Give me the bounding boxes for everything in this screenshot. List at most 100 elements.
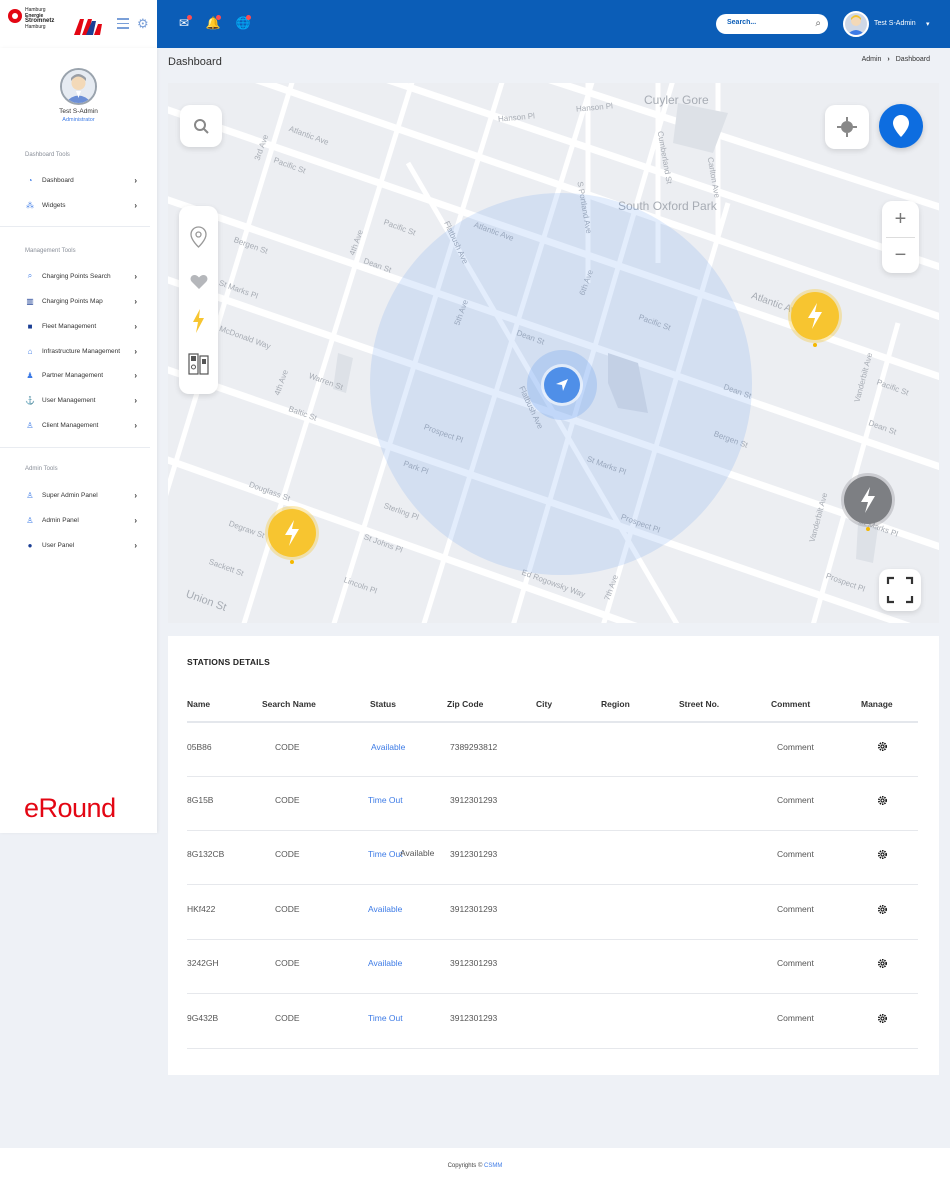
gear-icon[interactable]	[877, 1013, 888, 1024]
brand-text: Hamburg Energie Stromnetz Hamburg	[25, 7, 54, 30]
sidebar-item-super-admin-panel[interactable]: ♙ Super Admin Panel ›	[25, 488, 137, 502]
zoom-out-button[interactable]: −	[882, 245, 919, 265]
mail-icon[interactable]: ✉	[176, 15, 192, 31]
section-title-dashboard-tools: Dashboard Tools	[25, 152, 70, 158]
chevron-down-icon[interactable]: ▾	[926, 20, 930, 28]
chevron-right-icon: ›	[134, 321, 137, 331]
favorites-heart-icon[interactable]	[190, 274, 208, 290]
footer-text: Copyrights ©	[447, 1163, 483, 1169]
sidebar-item-partner-management[interactable]: ♟ Partner Management ›	[25, 368, 137, 382]
cell-status-overlap: Available	[400, 848, 435, 858]
page-footer: Copyrights © CSMM	[0, 1148, 950, 1188]
sidebar-item-label: User Management	[42, 396, 96, 404]
center-location-button[interactable]	[825, 105, 869, 149]
sidebar-item-charging-points-search[interactable]: ⌕ Charging Points Search ›	[25, 269, 137, 283]
gear-icon[interactable]	[877, 741, 888, 752]
cell-status[interactable]: Time Out	[368, 795, 403, 805]
column-header-name[interactable]: Name	[187, 699, 210, 709]
profile-avatar[interactable]	[60, 68, 97, 105]
cell-status[interactable]: Available	[368, 904, 402, 914]
column-header-status[interactable]: Status	[370, 699, 396, 709]
map-icon: ▥	[26, 296, 34, 306]
fleet-icon: ■	[27, 321, 33, 331]
chevron-right-icon: ›	[134, 370, 137, 380]
add-marker-button[interactable]	[879, 104, 923, 148]
map-filter-panel	[179, 206, 218, 394]
zoom-divider	[886, 237, 915, 238]
header-search-input[interactable]	[727, 19, 807, 26]
breadcrumb: Admin › Dashboard	[862, 56, 930, 63]
column-header-manage[interactable]: Manage	[861, 699, 893, 709]
cell-status[interactable]: Time Out	[368, 849, 403, 859]
cell-comment: Comment	[777, 795, 814, 805]
row-divider	[187, 830, 918, 831]
brand-line-4: Hamburg	[25, 23, 46, 30]
gear-icon[interactable]	[877, 958, 888, 969]
avatar[interactable]	[843, 11, 869, 37]
gear-icon[interactable]	[877, 904, 888, 915]
brand-area: Hamburg Energie Stromnetz Hamburg ⚙	[0, 0, 157, 48]
sidebar-item-label: User Panel	[42, 541, 75, 549]
infrastructure-icon: ⌂	[27, 346, 33, 356]
sidebar-item-charging-points-map[interactable]: ▥ Charging Points Map ›	[25, 294, 137, 308]
gear-icon[interactable]	[877, 849, 888, 860]
charging-station-marker-available[interactable]	[268, 509, 316, 564]
top-navbar: Hamburg Energie Stromnetz Hamburg ⚙ ✉ 🔔 …	[0, 0, 950, 48]
sidebar-item-infrastructure-management[interactable]: ⌂ Infrastructure Management ›	[25, 344, 137, 358]
sidebar-divider	[0, 447, 150, 448]
cell-status[interactable]: Available	[371, 742, 405, 752]
super-admin-icon: ♙	[26, 490, 34, 500]
column-header-city[interactable]: City	[536, 699, 552, 709]
sidebar-item-user-panel[interactable]: ● User Panel ›	[25, 538, 137, 552]
globe-icon[interactable]: 🌐	[235, 15, 251, 31]
row-divider	[187, 1048, 918, 1049]
row-divider	[187, 993, 918, 994]
footer-link[interactable]: CSMM	[484, 1163, 502, 1169]
fullscreen-button[interactable]	[879, 569, 921, 611]
gear-icon[interactable]	[877, 795, 888, 806]
menu-toggle-icon[interactable]	[117, 18, 129, 29]
cell-zip-code: 3912301293	[450, 849, 498, 859]
map-search-button[interactable]	[180, 105, 222, 147]
sidebar-item-user-management[interactable]: ⚓ User Management ›	[25, 393, 137, 407]
header-user-name[interactable]: Test S-Admin	[874, 20, 916, 27]
column-header-comment[interactable]: Comment	[771, 699, 810, 709]
header-search-box[interactable]: ⌕	[716, 14, 828, 34]
cell-status[interactable]: Available	[368, 958, 402, 968]
column-header-region[interactable]: Region	[601, 699, 630, 709]
location-pin-filter-icon[interactable]	[190, 226, 207, 248]
column-header-street-no[interactable]: Street No.	[679, 699, 719, 709]
current-location-icon[interactable]	[544, 367, 580, 403]
chevron-right-icon: ›	[134, 200, 137, 210]
charging-station-marker-available[interactable]	[791, 292, 839, 347]
sidebar-item-widgets[interactable]: ⁂ Widgets ›	[25, 198, 137, 212]
search-icon[interactable]: ⌕	[815, 18, 821, 29]
chevron-right-icon: ›	[134, 420, 137, 430]
cell-search-name: CODE	[275, 1013, 300, 1023]
column-header-search-name[interactable]: Search Name	[262, 699, 316, 709]
settings-gear-icon[interactable]: ⚙	[137, 17, 149, 30]
bell-icon[interactable]: 🔔	[205, 15, 221, 31]
cell-search-name: CODE	[275, 742, 300, 752]
cell-name: 9G432B	[187, 1013, 219, 1023]
cell-name: 8G15B	[187, 795, 214, 805]
sidebar-item-client-management[interactable]: ♙ Client Management ›	[25, 418, 137, 432]
sidebar: Test S-Admin Administrator Dashboard Too…	[0, 48, 157, 833]
cell-status[interactable]: Time Out	[368, 1013, 403, 1023]
sidebar-item-admin-panel[interactable]: ♙ Admin Panel ›	[25, 513, 137, 527]
cell-comment: Comment	[777, 742, 814, 752]
column-header-zip-code[interactable]: Zip Code	[447, 699, 483, 709]
chevron-right-icon: ›	[134, 515, 137, 525]
charging-map[interactable]: Atlantic Ave Pacific St Atlantic Ave Pac…	[168, 83, 939, 623]
sidebar-item-label: Dashboard	[42, 176, 74, 184]
lightning-filter-icon[interactable]	[192, 309, 205, 333]
widgets-icon: ⁂	[26, 200, 34, 210]
sidebar-item-dashboard[interactable]: ◔ Dashboard ›	[25, 173, 137, 187]
sidebar-item-fleet-management[interactable]: ■ Fleet Management ›	[25, 319, 137, 333]
zoom-in-button[interactable]: +	[882, 209, 919, 229]
fullscreen-icon	[886, 576, 914, 604]
charger-types-icon[interactable]	[188, 353, 210, 375]
charging-station-marker-offline[interactable]	[844, 476, 892, 531]
chevron-right-icon: ›	[134, 346, 137, 356]
breadcrumb-item-admin[interactable]: Admin	[862, 56, 882, 63]
